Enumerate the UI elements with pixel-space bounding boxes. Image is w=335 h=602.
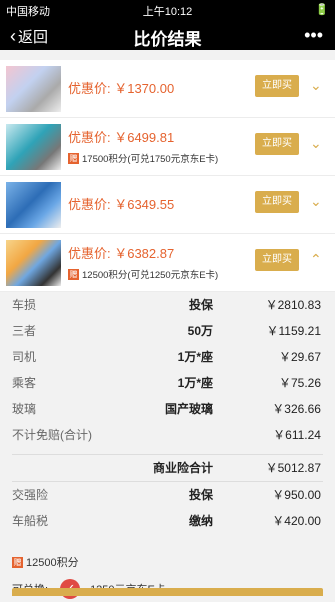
- more-icon[interactable]: •••: [304, 25, 323, 46]
- insurer-logo-image: [6, 66, 61, 112]
- chevron-down-icon[interactable]: ⌄: [310, 77, 322, 94]
- price-text: 优惠价: ￥6382.87: [68, 246, 175, 261]
- detail-row: 乘客 1万*座 ￥75.26: [12, 376, 321, 390]
- gift-icon: 赠: [68, 152, 79, 164]
- buy-button[interactable]: 立即买: [255, 133, 299, 155]
- detail-row: 交强险 投保 ￥950.00: [12, 488, 321, 502]
- bottom-action-bar[interactable]: [12, 588, 323, 596]
- detail-row: 三者 50万 ￥1159.21: [12, 324, 321, 338]
- points-text: 赠 12500积分(可兑1250元京东E卡): [68, 268, 219, 281]
- buy-button[interactable]: 立即买: [255, 75, 299, 97]
- status-time: 上午10:12: [142, 6, 193, 18]
- insurer-logo-image: [6, 240, 61, 286]
- nav-bar: ‹ 返回 比价结果 •••: [0, 20, 335, 50]
- detail-row: 车损 投保 ￥2810.83: [12, 298, 321, 312]
- quote-item[interactable]: 优惠价: ￥6382.87 赠 12500积分(可兑1250元京东E卡) 立即买…: [0, 234, 335, 292]
- quote-item[interactable]: 优惠价: ￥1370.00 立即买 ⌄: [0, 60, 335, 118]
- gift-icon: 赠: [68, 268, 79, 280]
- points-summary: 赠 12500积分: [12, 556, 79, 569]
- points-text: 赠 17500积分(可兑1750元京东E卡): [68, 152, 219, 165]
- detail-row: 玻璃 国产玻璃 ￥326.66: [12, 402, 321, 416]
- chevron-down-icon[interactable]: ⌄: [310, 135, 322, 152]
- gift-icon: 赠: [12, 556, 23, 568]
- commercial-total-row: 商业险合计 ￥5012.87: [12, 454, 323, 482]
- quote-list: 优惠价: ￥1370.00 立即买 ⌄ 优惠价: ￥6499.81 赠 1750…: [0, 60, 335, 292]
- quote-item[interactable]: 优惠价: ￥6349.55 立即买 ⌄: [0, 176, 335, 234]
- battery-icon: 🔋: [315, 4, 329, 16]
- price-text: 优惠价: ￥6499.81: [68, 130, 175, 145]
- insurer-logo-image: [6, 124, 61, 170]
- insurer-logo-image: [6, 182, 61, 228]
- chevron-down-icon[interactable]: ⌄: [310, 193, 322, 210]
- detail-row: 司机 1万*座 ￥29.67: [12, 350, 321, 364]
- page-title: 比价结果: [133, 30, 202, 49]
- price-text: 优惠价: ￥1370.00: [68, 81, 175, 96]
- chevron-up-icon[interactable]: ⌃: [310, 251, 322, 268]
- detail-row: 不计免赔(合计) ￥611.24: [12, 428, 321, 442]
- buy-button[interactable]: 立即买: [255, 191, 299, 213]
- detail-row: 车船税 缴纳 ￥420.00: [12, 514, 321, 528]
- buy-button[interactable]: 立即买: [255, 249, 299, 271]
- price-text: 优惠价: ￥6349.55: [68, 197, 175, 212]
- quote-item[interactable]: 优惠价: ￥6499.81 赠 17500积分(可兑1750元京东E卡) 立即买…: [0, 118, 335, 176]
- quote-detail-panel: 车损 投保 ￥2810.83 三者 50万 ￥1159.21 司机 1万*座 ￥…: [0, 292, 335, 602]
- status-bar: 中国移动 上午10:12 🔋: [0, 0, 335, 20]
